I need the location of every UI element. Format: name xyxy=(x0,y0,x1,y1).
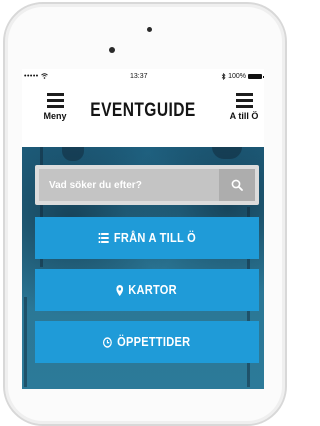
search-bar xyxy=(35,165,259,205)
clock-icon xyxy=(103,336,113,348)
a-till-o-button[interactable]: A till Ö xyxy=(224,93,264,121)
app-screen: ••••• 13:37 100% Meny EVENTGUIDE A till … xyxy=(22,69,264,389)
camera-dot xyxy=(109,47,115,53)
status-right: 100% xyxy=(221,73,264,80)
search-input[interactable] xyxy=(39,169,219,201)
list-icon xyxy=(98,233,109,243)
map-marker-icon xyxy=(116,284,124,296)
from-a-to-o-label: FRÅN A TILL Ö xyxy=(113,230,196,245)
wifi-icon xyxy=(41,73,49,79)
background-tree xyxy=(62,147,84,161)
from-a-to-o-button[interactable]: FRÅN A TILL Ö xyxy=(35,217,259,259)
maps-button[interactable]: KARTOR xyxy=(35,269,259,311)
app-header: Meny EVENTGUIDE A till Ö xyxy=(22,87,264,147)
a-till-o-label: A till Ö xyxy=(229,111,259,121)
signal-strength: ••••• xyxy=(24,73,49,80)
signal-dots: ••••• xyxy=(24,73,39,80)
opening-hours-label: ÖPPETTIDER xyxy=(117,334,191,349)
hamburger-icon xyxy=(235,93,253,108)
battery-percent: 100% xyxy=(228,73,246,80)
status-time: 13:37 xyxy=(130,73,148,80)
search-button[interactable] xyxy=(219,169,255,201)
sensor-dot xyxy=(147,27,152,32)
app-logo: EVENTGUIDE xyxy=(90,100,196,121)
search-icon xyxy=(231,179,243,191)
opening-hours-button[interactable]: ÖPPETTIDER xyxy=(35,321,259,363)
background-tree xyxy=(24,297,27,387)
battery-icon xyxy=(248,74,264,79)
maps-label: KARTOR xyxy=(128,282,178,297)
background-tree xyxy=(212,147,242,159)
bluetooth-icon xyxy=(221,73,226,80)
status-bar: ••••• 13:37 100% xyxy=(22,73,264,83)
hero-background: FRÅN A TILL Ö KARTOR ÖPPETTIDER xyxy=(22,147,264,389)
